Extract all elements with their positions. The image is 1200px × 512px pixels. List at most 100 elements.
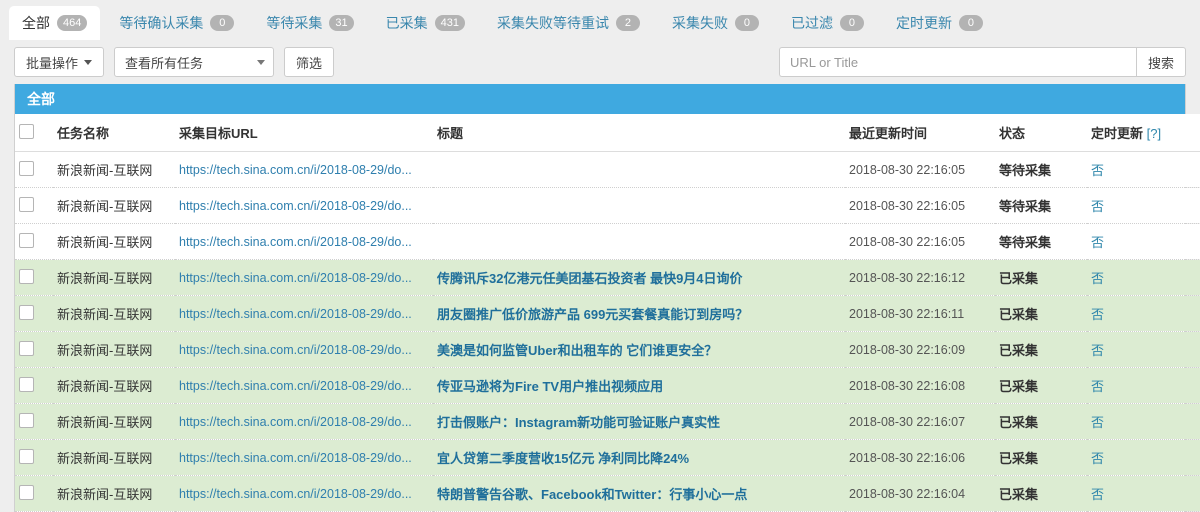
target-url-link-cell: https://tech.sina.com.cn/i/2018-08-29/do… bbox=[175, 224, 433, 260]
scheduled-update-link-cell: 否 bbox=[1087, 296, 1200, 332]
row-select-checkbox[interactable] bbox=[19, 305, 34, 320]
table-row[interactable]: 新浪新闻-互联网https://tech.sina.com.cn/i/2018-… bbox=[15, 260, 1200, 296]
row-select-checkbox[interactable] bbox=[19, 485, 34, 500]
status-text: 已采集 bbox=[999, 487, 1038, 502]
table-row[interactable]: 新浪新闻-互联网https://tech.sina.com.cn/i/2018-… bbox=[15, 440, 1200, 476]
row-select-cell bbox=[15, 404, 53, 440]
target-url-link-cell: https://tech.sina.com.cn/i/2018-08-29/do… bbox=[175, 152, 433, 188]
batch-operations-button[interactable]: 批量操作 bbox=[14, 47, 104, 77]
target-url-link-cell: https://tech.sina.com.cn/i/2018-08-29/do… bbox=[175, 332, 433, 368]
status-text: 已采集 bbox=[999, 451, 1038, 466]
task-view-select[interactable]: 查看所有任务 bbox=[114, 47, 274, 77]
row-select-checkbox[interactable] bbox=[19, 233, 34, 248]
target-url-link[interactable]: https://tech.sina.com.cn/i/2018-08-29/do… bbox=[179, 451, 412, 465]
target-url-link[interactable]: https://tech.sina.com.cn/i/2018-08-29/do… bbox=[179, 307, 412, 321]
scheduled-update-link[interactable]: 否 bbox=[1091, 379, 1104, 394]
search-input[interactable] bbox=[779, 47, 1136, 77]
tab-5[interactable]: 采集失败0 bbox=[659, 6, 772, 40]
tab-label: 定时更新 bbox=[896, 13, 952, 33]
status-text-cell: 等待采集 bbox=[995, 152, 1087, 188]
header-scheduled-update-label: 定时更新 bbox=[1091, 126, 1143, 141]
task-name: 新浪新闻-互联网 bbox=[57, 415, 152, 430]
scheduled-update-link-cell: 否 bbox=[1087, 476, 1200, 512]
article-title-link-cell bbox=[433, 224, 845, 260]
status-text-cell: 已采集 bbox=[995, 440, 1087, 476]
tab-1[interactable]: 等待确认采集0 bbox=[106, 6, 247, 40]
last-update-time-cell: 2018-08-30 22:16:11 bbox=[845, 296, 995, 332]
tab-4[interactable]: 采集失败等待重试2 bbox=[484, 6, 653, 40]
target-url-link[interactable]: https://tech.sina.com.cn/i/2018-08-29/do… bbox=[179, 343, 412, 357]
tab-2[interactable]: 等待采集31 bbox=[253, 6, 366, 40]
last-update-time-cell: 2018-08-30 22:16:05 bbox=[845, 224, 995, 260]
article-title-link[interactable]: 传腾讯斥32亿港元任美团基石投资者 最快9月4日询价 bbox=[437, 271, 743, 286]
row-select-checkbox[interactable] bbox=[19, 269, 34, 284]
tab-3[interactable]: 已采集431 bbox=[373, 6, 478, 40]
scheduled-update-link[interactable]: 否 bbox=[1091, 451, 1104, 466]
row-select-checkbox[interactable] bbox=[19, 377, 34, 392]
chevron-down-icon bbox=[84, 60, 92, 65]
last-update-time-cell: 2018-08-30 22:16:07 bbox=[845, 404, 995, 440]
target-url-link[interactable]: https://tech.sina.com.cn/i/2018-08-29/do… bbox=[179, 379, 412, 393]
tab-label: 全部 bbox=[22, 13, 50, 33]
article-title-link[interactable]: 朋友圈推广低价旅游产品 699元买套餐真能订到房吗？ bbox=[437, 307, 748, 322]
table-row[interactable]: 新浪新闻-互联网https://tech.sina.com.cn/i/2018-… bbox=[15, 476, 1200, 512]
row-select-cell bbox=[15, 440, 53, 476]
scheduled-update-link[interactable]: 否 bbox=[1091, 271, 1104, 286]
scheduled-update-link[interactable]: 否 bbox=[1091, 487, 1104, 502]
filter-button[interactable]: 筛选 bbox=[284, 47, 334, 77]
header-scheduled-update: 定时更新 [?] bbox=[1087, 114, 1200, 152]
table-row[interactable]: 新浪新闻-互联网 https://tech.sina.com.cn/i/2018-… bbox=[15, 224, 1200, 260]
status-text: 等待采集 bbox=[999, 235, 1051, 250]
scheduled-update-link[interactable]: 否 bbox=[1091, 235, 1104, 250]
target-url-link[interactable]: https://tech.sina.com.cn/i/2018-08-29/do… bbox=[179, 271, 412, 285]
row-select-cell bbox=[15, 368, 53, 404]
last-update-time: 2018-08-30 22:16:09 bbox=[849, 343, 965, 357]
article-title-link[interactable]: 美澳是如何监管Uber和出租车的 它们谁更安全？ bbox=[437, 343, 717, 358]
target-url-link-cell: https://tech.sina.com.cn/i/2018-08-29/do… bbox=[175, 368, 433, 404]
task-name: 新浪新闻-互联网 bbox=[57, 163, 152, 178]
task-name-cell: 新浪新闻-互联网 bbox=[53, 224, 175, 260]
scheduled-update-link[interactable]: 否 bbox=[1091, 343, 1104, 358]
status-text: 已采集 bbox=[999, 343, 1038, 358]
row-select-checkbox[interactable] bbox=[19, 449, 34, 464]
tab-6[interactable]: 已过滤0 bbox=[778, 6, 877, 40]
table-row[interactable]: 新浪新闻-互联网https://tech.sina.com.cn/i/2018-… bbox=[15, 188, 1200, 224]
tab-7[interactable]: 定时更新 0 bbox=[883, 6, 996, 40]
article-title-link[interactable]: 特朗普警告谷歌、Facebook和Twitter：行事小心一点 bbox=[437, 487, 747, 502]
row-select-checkbox[interactable] bbox=[19, 341, 34, 356]
scheduled-update-link[interactable]: 否 bbox=[1091, 307, 1104, 322]
tab-count-badge: 0 bbox=[959, 15, 983, 31]
panel-title: 全部 bbox=[15, 84, 1185, 114]
target-url-link[interactable]: https://tech.sina.com.cn/i/2018-08-29/do… bbox=[179, 415, 412, 429]
article-title-link-cell: 传亚马逊将为Fire TV用户推出视频应用 bbox=[433, 368, 845, 404]
article-title-link[interactable]: 宜人贷第二季度营收15亿元 净利同比降24% bbox=[437, 451, 689, 466]
scheduled-update-link[interactable]: 否 bbox=[1091, 199, 1104, 214]
table-row[interactable]: 新浪新闻-互联网https://tech.sina.com.cn/i/2018-… bbox=[15, 368, 1200, 404]
table-row[interactable]: 新浪新闻-互联网 https://tech.sina.com.cn/i/2018-… bbox=[15, 404, 1200, 440]
status-text-cell: 已采集 bbox=[995, 404, 1087, 440]
target-url-link[interactable]: https://tech.sina.com.cn/i/2018-08-29/do… bbox=[179, 235, 412, 249]
header-title: 标题 bbox=[433, 114, 845, 152]
scheduled-update-help-icon[interactable]: [?] bbox=[1147, 126, 1161, 141]
search-button[interactable]: 搜索 bbox=[1136, 47, 1186, 77]
tab-0[interactable]: 全部464 bbox=[9, 6, 100, 40]
table-row[interactable]: 新浪新闻-互联网https://tech.sina.com.cn/i/2018-… bbox=[15, 296, 1200, 332]
status-text: 已采集 bbox=[999, 271, 1038, 286]
row-select-checkbox[interactable] bbox=[19, 161, 34, 176]
table-row[interactable]: 新浪新闻-互联网https://tech.sina.com.cn/i/2018-… bbox=[15, 332, 1200, 368]
target-url-link[interactable]: https://tech.sina.com.cn/i/2018-08-29/do… bbox=[179, 487, 412, 501]
table-row[interactable]: 新浪新闻-互联网 https://tech.sina.com.cn/i/2018-… bbox=[15, 152, 1200, 188]
row-select-checkbox[interactable] bbox=[19, 197, 34, 212]
article-title-link[interactable]: 传亚马逊将为Fire TV用户推出视频应用 bbox=[437, 379, 663, 394]
scheduled-update-link[interactable]: 否 bbox=[1091, 415, 1104, 430]
row-select-checkbox[interactable] bbox=[19, 413, 34, 428]
tab-count-badge: 31 bbox=[329, 15, 353, 31]
target-url-link[interactable]: https://tech.sina.com.cn/i/2018-08-29/do… bbox=[179, 199, 412, 213]
select-all-checkbox[interactable] bbox=[19, 124, 34, 139]
article-title-link[interactable]: 打击假账户：Instagram新功能可验证账户真实性 bbox=[437, 415, 720, 430]
target-url-link-cell: https://tech.sina.com.cn/i/2018-08-29/do… bbox=[175, 188, 433, 224]
last-update-time-cell: 2018-08-30 22:16:09 bbox=[845, 332, 995, 368]
scheduled-update-link[interactable]: 否 bbox=[1091, 163, 1104, 178]
row-select-cell bbox=[15, 188, 53, 224]
target-url-link[interactable]: https://tech.sina.com.cn/i/2018-08-29/do… bbox=[179, 163, 412, 177]
